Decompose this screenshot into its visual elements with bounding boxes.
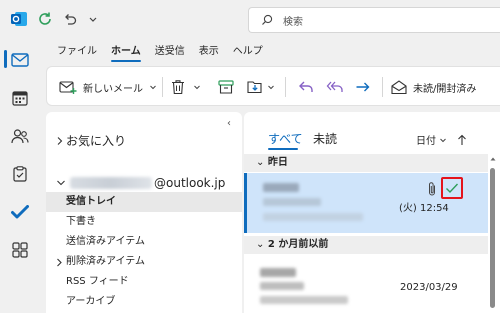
delete-button[interactable]	[171, 75, 201, 99]
collapse-pane-icon[interactable]: ‹	[227, 118, 231, 129]
tab-send-receive[interactable]: 送受信	[148, 40, 192, 64]
scroll-up-arrow-icon[interactable]	[490, 156, 496, 162]
reply-button[interactable]	[298, 75, 314, 99]
reply-all-button[interactable]	[326, 75, 344, 99]
quick-access-dropdown-icon[interactable]	[88, 10, 98, 28]
ribbon-divider	[285, 77, 286, 97]
new-mail-icon	[59, 81, 77, 94]
archive-icon	[218, 80, 234, 94]
account-domain: @outlook.jp	[154, 176, 226, 190]
open-envelope-icon	[391, 80, 407, 95]
read-unread-label: 未読/開封済み	[413, 83, 477, 95]
search-input[interactable]: 検索	[248, 7, 500, 33]
forward-icon	[356, 82, 370, 92]
active-tab-underline	[268, 148, 298, 150]
tab-help[interactable]: ヘルプ	[226, 40, 270, 64]
folder-pane: ‹ お気に入り @outlook.jp 受信トレイ 下書き 送信済みアイテム 削…	[46, 112, 242, 313]
preview-redacted	[263, 213, 363, 221]
calendar-app-icon[interactable]	[0, 84, 40, 112]
folder-sent[interactable]: 送信済みアイテム	[46, 232, 242, 252]
reply-all-icon	[326, 81, 343, 92]
group-header-yesterday[interactable]: ⌄ 昨日	[244, 154, 488, 172]
mail-app-icon[interactable]	[0, 46, 40, 74]
todo-check-icon[interactable]	[0, 198, 40, 226]
mark-read-unread-button[interactable]: 未読/開封済み	[391, 75, 476, 99]
flag-complete-button[interactable]	[441, 177, 463, 199]
favorites-header[interactable]: お気に入り	[56, 132, 126, 149]
chevron-right-icon	[57, 258, 62, 267]
group-header-older[interactable]: ⌄ 2 か月前以前	[244, 236, 488, 254]
chevron-down-icon	[268, 85, 274, 90]
chevron-down-icon	[57, 180, 65, 186]
checkmark-icon	[446, 183, 459, 194]
message-date: 2023/03/29	[400, 282, 458, 293]
move-to-button[interactable]	[247, 75, 275, 99]
folder-drafts[interactable]: 下書き	[46, 212, 242, 232]
chevron-right-icon	[57, 136, 63, 145]
group-header-label: 昨日	[267, 157, 288, 168]
move-folder-icon	[247, 81, 262, 94]
folder-label: 受信トレイ	[66, 196, 116, 207]
tab-file[interactable]: ファイル	[50, 40, 104, 64]
tasks-clipboard-icon[interactable]	[0, 160, 40, 188]
app-rail	[0, 40, 40, 313]
favorites-label: お気に入り	[66, 134, 127, 148]
message-date: (火) 12:54	[399, 203, 449, 214]
more-apps-icon[interactable]	[0, 236, 40, 264]
forward-button[interactable]	[355, 75, 371, 99]
folder-label: 削除済みアイテム	[66, 256, 145, 267]
tab-unread-messages[interactable]: 未読	[313, 130, 337, 147]
folder-deleted[interactable]: 削除済みアイテム	[46, 252, 242, 272]
sender-redacted	[260, 268, 296, 277]
people-app-icon[interactable]	[0, 122, 40, 150]
folder-label: RSS フィード	[66, 276, 129, 287]
subject-redacted	[260, 282, 304, 290]
reply-icon	[299, 81, 313, 92]
folder-label: アーカイブ	[66, 296, 116, 307]
tab-view[interactable]: 表示	[192, 40, 226, 64]
search-placeholder: 検索	[283, 16, 303, 28]
folder-label: 下書き	[66, 216, 96, 227]
ribbon-toolbar: 新しいメール 未読/開封済み	[46, 66, 500, 106]
message-item[interactable]: 2023/03/29	[244, 256, 488, 313]
account-name-redacted	[70, 177, 152, 189]
ribbon-divider	[162, 77, 163, 97]
ribbon-divider	[382, 77, 383, 97]
tab-all-messages[interactable]: すべて	[268, 130, 303, 147]
new-mail-label: 新しいメール	[83, 83, 143, 95]
preview-redacted	[260, 296, 348, 304]
chevron-down-icon	[194, 85, 200, 90]
sort-label: 日付	[416, 136, 436, 147]
message-list: すべて 未読 日付 ⌄ 昨日 (火) 12:54 ⌄ 2 か月前以前 2023/…	[244, 112, 500, 313]
folder-archive[interactable]: アーカイブ	[46, 292, 242, 312]
sort-control[interactable]: 日付	[416, 132, 467, 147]
sender-redacted	[263, 183, 299, 192]
archive-button[interactable]	[218, 75, 234, 99]
title-bar: 検索	[0, 0, 500, 40]
search-icon	[262, 14, 273, 25]
tab-home[interactable]: ホーム	[104, 40, 148, 64]
subject-redacted	[263, 198, 321, 206]
account-header[interactable]: @outlook.jp	[56, 176, 242, 190]
scroll-thumb[interactable]	[490, 168, 495, 308]
folder-inbox[interactable]: 受信トレイ	[46, 192, 242, 212]
message-list-scrollbar[interactable]	[490, 156, 496, 313]
folder-label: 送信済みアイテム	[66, 236, 145, 247]
outlook-logo-icon	[10, 10, 28, 28]
new-mail-button[interactable]: 新しいメール	[59, 75, 157, 99]
attachment-paperclip-icon	[429, 182, 435, 196]
sort-ascending-arrow-icon[interactable]	[457, 134, 467, 146]
folder-rss[interactable]: RSS フィード	[46, 272, 242, 292]
trash-icon	[172, 80, 184, 95]
message-item-selected[interactable]: (火) 12:54	[244, 173, 488, 233]
chevron-down-icon	[440, 138, 446, 142]
sync-icon[interactable]	[37, 10, 53, 28]
undo-icon[interactable]	[62, 10, 78, 28]
group-header-label: 2 か月前以前	[267, 239, 329, 250]
chevron-down-icon	[150, 85, 156, 90]
menu-bar: ファイル ホーム 送受信 表示 ヘルプ	[40, 40, 500, 64]
